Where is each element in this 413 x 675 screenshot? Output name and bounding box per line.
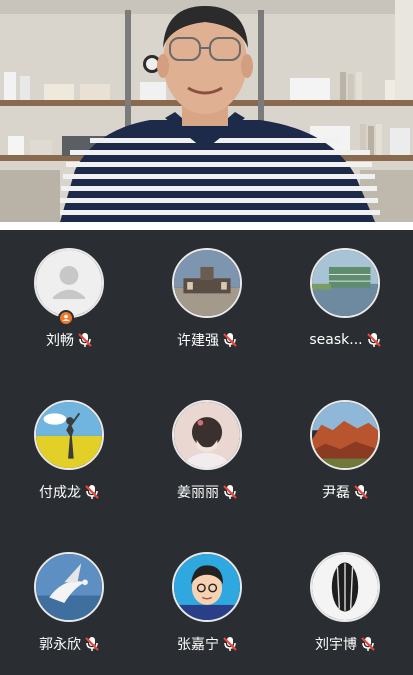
mic-muted-icon — [223, 636, 237, 652]
participant-name: 许建强 — [177, 333, 219, 349]
participant-name-row: 尹磊 — [276, 480, 413, 504]
mic-muted-icon — [78, 332, 92, 348]
participant-name-row: 许建强 — [138, 328, 276, 352]
participant-name-row: seask... — [276, 328, 413, 352]
participant-tile[interactable]: 刘畅 — [0, 230, 138, 370]
participant-name: 刘宇博 — [315, 637, 357, 653]
participant-tile[interactable]: 尹磊 — [276, 382, 413, 522]
mic-muted-icon — [354, 484, 368, 500]
canyon-photo — [310, 400, 380, 470]
participant-name-row: 郭永欣 — [0, 632, 138, 656]
mic-muted-icon — [85, 636, 99, 652]
participant-name-row: 张嘉宁 — [138, 632, 276, 656]
mic-muted-icon — [223, 484, 237, 500]
default-person-icon — [34, 248, 104, 318]
participant-tile[interactable]: 刘宇博 — [276, 534, 413, 674]
building-photo — [172, 248, 242, 318]
mic-muted-icon — [223, 332, 237, 348]
participant-name: 姜丽丽 — [177, 485, 219, 501]
participant-name-row: 刘畅 — [0, 328, 138, 352]
participant-tile[interactable]: 郭永欣 — [0, 534, 138, 674]
participant-name: seask... — [309, 332, 363, 348]
flower-field-photo — [34, 400, 104, 470]
participant-tile[interactable]: seask... — [276, 230, 413, 370]
host-badge-icon — [58, 310, 74, 326]
participant-name-row: 刘宇博 — [276, 632, 413, 656]
participant-name: 刘畅 — [46, 333, 74, 349]
participant-name: 张嘉宁 — [177, 637, 219, 653]
participant-name: 尹磊 — [322, 485, 350, 501]
cartoon-boy — [172, 552, 242, 622]
participant-tile[interactable]: 付成龙 — [0, 382, 138, 522]
mic-muted-icon — [85, 484, 99, 500]
mic-muted-icon — [366, 332, 381, 348]
participant-grid: 刘畅 许建强 seask... 付成龙 姜丽丽 尹磊 郭永欣 张嘉宁 刘宇博 — [0, 230, 413, 675]
participant-tile[interactable]: 许建强 — [138, 230, 276, 370]
divider — [0, 222, 413, 230]
sunflower-seed — [310, 552, 380, 622]
mic-muted-icon — [361, 636, 375, 652]
participant-name-row: 付成龙 — [0, 480, 138, 504]
participant-tile[interactable]: 张嘉宁 — [138, 534, 276, 674]
active-speaker-video[interactable] — [0, 0, 413, 222]
bird-photo — [34, 552, 104, 622]
glass-building-photo — [310, 248, 380, 318]
participant-name: 郭永欣 — [39, 637, 81, 653]
participant-name: 付成龙 — [39, 485, 81, 501]
participant-name-row: 姜丽丽 — [138, 480, 276, 504]
girl-illustration — [172, 400, 242, 470]
participant-tile[interactable]: 姜丽丽 — [138, 382, 276, 522]
